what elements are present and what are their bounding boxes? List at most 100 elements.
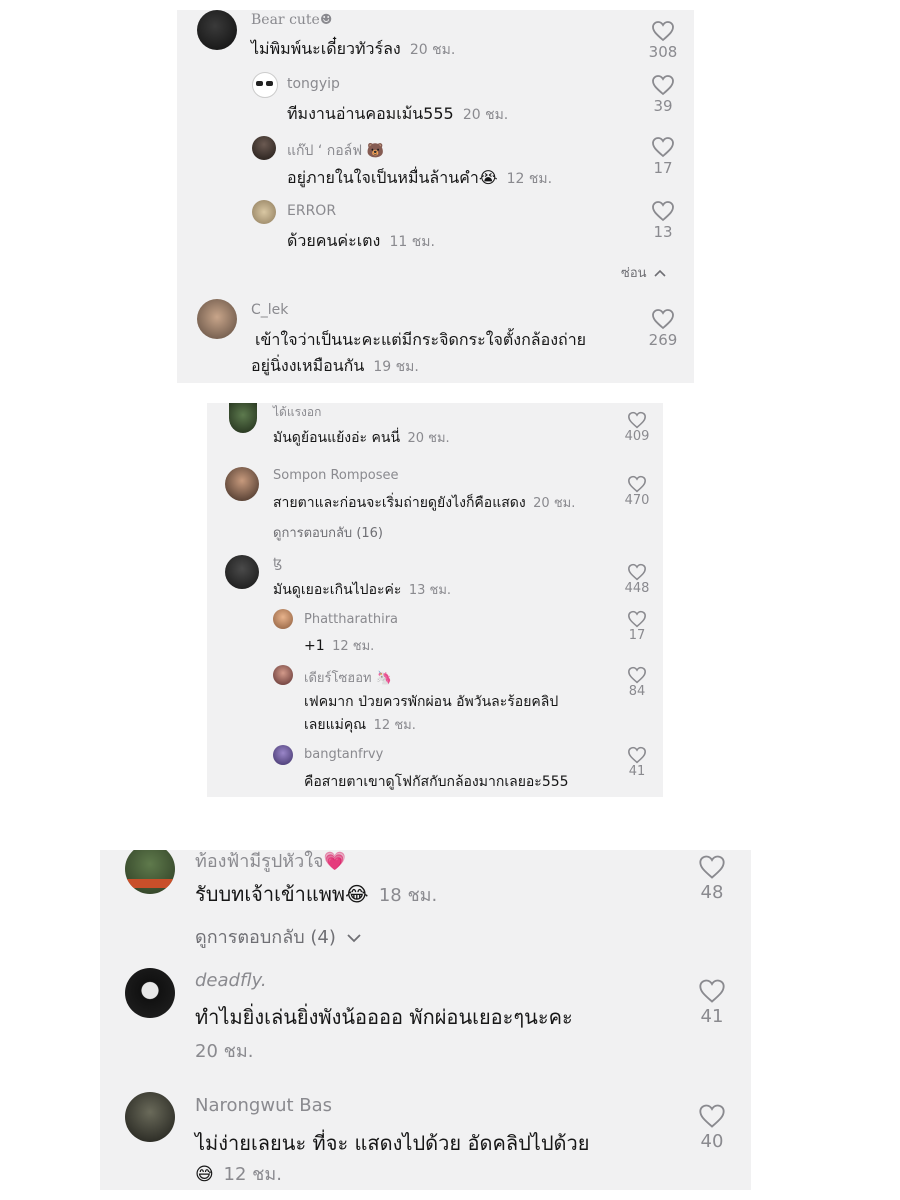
comment-username[interactable]: ERROR [287, 203, 336, 219]
comment-body: คือสายตาเขาดูโฟกัสกับกล้องมากเลยอะ555 [304, 774, 569, 790]
like-button[interactable]: 40 [692, 1103, 732, 1152]
comment-body: ทีมงานอ่านคอมเม้น555 [287, 104, 454, 123]
comment-text: เฟคมาก ป่วยควรพักผ่อน อัพวันละร้อยคลิป [304, 691, 558, 713]
like-count: 84 [628, 684, 646, 699]
comment-time: 12 ชม. [332, 639, 375, 654]
like-button[interactable]: 409 [621, 411, 653, 444]
comment-body: อยู่นิ่งงเหมือนกัน [251, 356, 365, 375]
comment-time-row: 😅 12 ชม. [195, 1159, 282, 1188]
view-replies-button[interactable]: ดูการตอบกลับ (16) [273, 522, 383, 543]
like-button[interactable]: 17 [621, 610, 653, 643]
comment-text: มันดูย้อนแย้งอ่ะ คนนี่ 20 ชม. [273, 427, 450, 449]
like-button[interactable]: 448 [621, 563, 653, 596]
comment-body: เลยแม่คุณ [304, 717, 367, 733]
like-count: 448 [624, 581, 650, 596]
avatar[interactable] [225, 467, 259, 501]
avatar[interactable] [273, 745, 293, 765]
comment-username[interactable]: ท้องฟ้ามีรูปหัวใจ💗 [195, 850, 346, 875]
avatar[interactable] [252, 72, 278, 98]
heart-outline-icon [699, 1104, 725, 1128]
avatar[interactable] [197, 10, 237, 50]
comment-username[interactable]: ꜩ [273, 556, 282, 571]
comment-text: คือสายตาเขาดูโฟกัสกับกล้องมากเลยอะ555 [304, 771, 569, 793]
avatar[interactable] [273, 609, 293, 629]
comment-text: อยู่นิ่งงเหมือนกัน 19 ชม. [251, 354, 419, 379]
avatar[interactable] [252, 200, 276, 224]
avatar[interactable] [125, 968, 175, 1018]
like-button[interactable]: 41 [621, 746, 653, 779]
comment-time: 20 ชม. [195, 1041, 254, 1062]
heart-outline-icon [652, 201, 674, 222]
hide-replies-button[interactable]: ซ่อน [621, 262, 666, 283]
like-count: 39 [653, 97, 673, 115]
comment-username[interactable]: bangtanfrvy [304, 747, 383, 762]
comment-text: มันดูเยอะเกินไปอะค่ะ 13 ชม. [273, 579, 451, 601]
like-count: 13 [653, 223, 673, 241]
avatar[interactable] [125, 1092, 175, 1142]
comment-time: 11 ชม. [389, 234, 435, 250]
comments-panel-1: Bear cute☻ ไม่พิมพ์นะเดี๋ยวทัวร์ลง 20 ชม… [177, 10, 694, 383]
comment-text: เข้าใจว่าเป็นนะคะแต่มีกระจิดกระใจตั้งกล้… [255, 328, 586, 353]
comment-time: 18 ชม. [378, 885, 438, 906]
comment-username[interactable]: deadfly. [195, 970, 267, 991]
heart-outline-icon [628, 475, 646, 493]
like-button[interactable]: 308 [645, 20, 681, 61]
like-button[interactable]: 41 [692, 978, 732, 1027]
comment-body: ด้วยคนค่ะเตง [287, 231, 381, 250]
comment-username[interactable]: tongyip [287, 76, 340, 92]
view-replies-label: ดูการตอบกลับ (4) [195, 927, 336, 948]
like-button[interactable]: 13 [645, 200, 681, 241]
comment-body: มันดูย้อนแย้งอ่ะ คนนี่ [273, 430, 401, 446]
like-button[interactable]: 17 [645, 136, 681, 177]
comment-text: สายตาและก่อนจะเริ่มถ่ายดูยังไงก็คือแสดง … [273, 492, 575, 514]
comment-time: 19 ชม. [373, 359, 419, 375]
heart-outline-icon [628, 746, 646, 764]
view-replies-button[interactable]: ดูการตอบกลับ (4) [195, 922, 362, 951]
heart-outline-icon [628, 610, 646, 628]
avatar[interactable] [197, 299, 237, 339]
like-count: 41 [628, 764, 646, 779]
like-button[interactable]: 470 [621, 475, 653, 508]
like-count: 40 [700, 1131, 724, 1152]
comment-username[interactable]: แก๊ป ‘ กอล์ฟ 🐻 [287, 140, 384, 162]
heart-outline-icon [652, 75, 674, 96]
comment-username[interactable]: C_lek [251, 302, 288, 318]
comment-text: ไม่พิมพ์นะเดี๋ยวทัวร์ลง 20 ชม. [251, 37, 455, 62]
avatar[interactable] [252, 136, 276, 160]
heart-outline-icon [652, 137, 674, 158]
heart-outline-icon [699, 979, 725, 1003]
comment-username[interactable]: Bear cute☻ [251, 12, 332, 28]
chevron-down-icon [346, 934, 361, 943]
comment-time: 12 ชม. [223, 1164, 282, 1185]
like-button[interactable]: 39 [645, 74, 681, 115]
comment-body: รับบทเจ้าเข้าแพพ😂 [195, 882, 369, 906]
comment-text: ทีมงานอ่านคอมเม้น555 20 ชม. [287, 102, 508, 127]
comment-body: +1 [304, 638, 325, 654]
comment-time: 20 ชม. [533, 496, 576, 511]
avatar[interactable] [229, 403, 257, 433]
avatar[interactable] [225, 555, 259, 589]
comment-time-row: 20 ชม. [195, 1036, 253, 1065]
like-count: 41 [700, 1006, 724, 1027]
comment-username[interactable]: Phattharathira [304, 612, 398, 627]
avatar[interactable] [273, 665, 293, 685]
comment-text: +1 12 ชม. [304, 635, 374, 656]
like-count: 308 [648, 43, 678, 61]
hide-replies-label: ซ่อน [621, 266, 647, 281]
comment-body: สายตาและก่อนจะเริ่มถ่ายดูยังไงก็คือแสดง [273, 495, 526, 511]
comment-username[interactable]: Narongwut Bas [195, 1095, 332, 1116]
like-button[interactable]: 48 [692, 854, 732, 903]
chevron-up-icon [654, 269, 666, 277]
heart-outline-icon [628, 563, 646, 581]
like-button[interactable]: 269 [645, 308, 681, 349]
avatar[interactable] [125, 850, 175, 894]
comment-username[interactable]: ได้แรงอก [273, 403, 321, 422]
like-button[interactable]: 84 [621, 666, 653, 699]
comment-body: เฟคมาก ป่วยควรพักผ่อน อัพวันละร้อยคลิป [304, 694, 559, 710]
heart-outline-icon [628, 411, 646, 429]
comment-username[interactable]: Sompon Romposee [273, 468, 399, 483]
comment-username[interactable]: เดียร์โซฮอท 🦄 [304, 667, 392, 688]
comment-time: 20 ชม. [462, 107, 509, 123]
like-count: 48 [700, 882, 724, 903]
comment-body: อยู่ภายในใจเป็นหมื่นล้านคำ😭 [287, 168, 498, 187]
